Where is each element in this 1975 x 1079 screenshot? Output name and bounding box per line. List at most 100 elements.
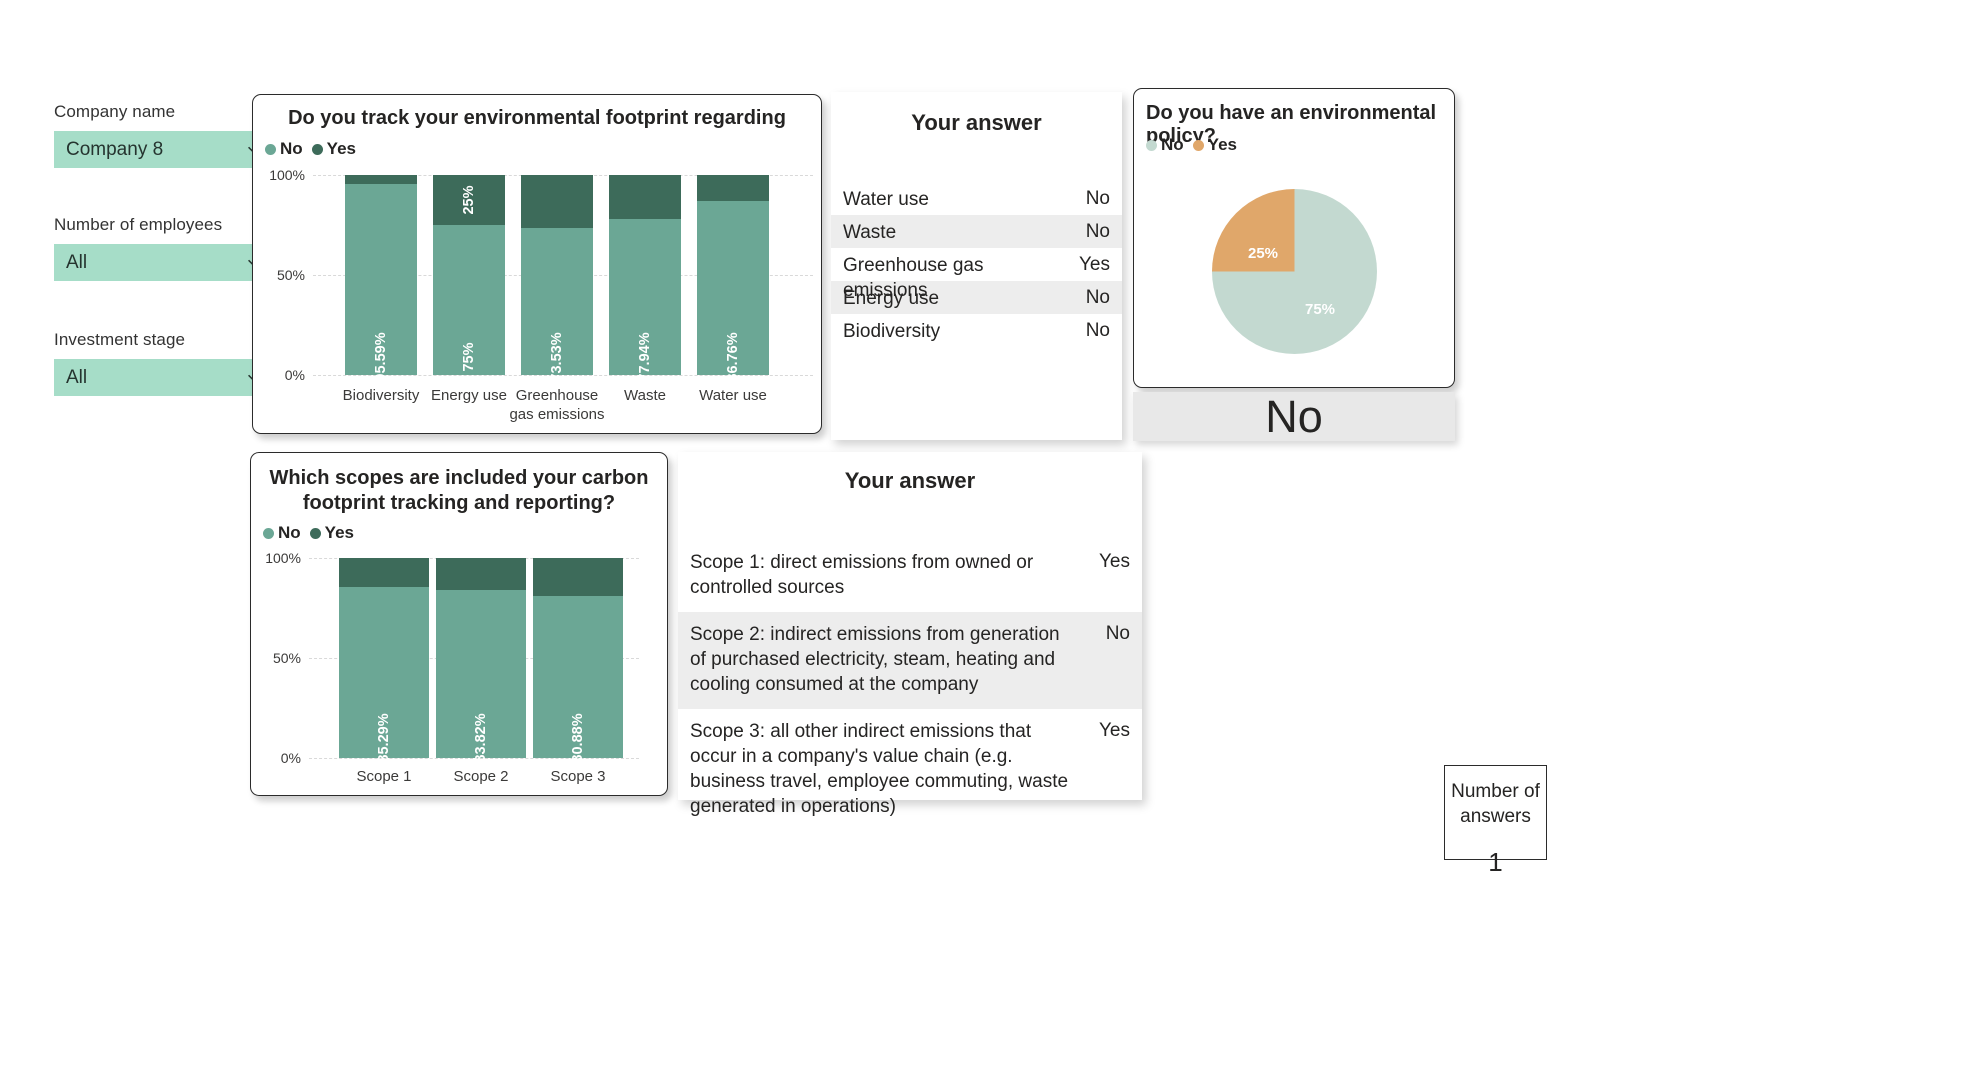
- answer-panel-1: Your answer Water use No Waste No Greenh…: [831, 92, 1122, 440]
- number-of-answers-card: Number of answers 1: [1444, 765, 1547, 877]
- ytick-50: 50%: [272, 650, 301, 666]
- legend-label-no: No: [1161, 135, 1184, 154]
- table-row[interactable]: Biodiversity No: [831, 314, 1122, 347]
- row-answer: Yes: [1079, 254, 1110, 275]
- policy-chart-card: Do you have an environmental policy? No …: [1133, 88, 1455, 388]
- legend-item-yes[interactable]: Yes: [309, 523, 354, 543]
- bar-segment-no[interactable]: 86.76%: [697, 201, 769, 382]
- bar-column-scope-2[interactable]: 83.82%: [436, 558, 526, 763]
- bar-segment-no[interactable]: 80.88%: [533, 596, 623, 763]
- legend-label-yes: Yes: [326, 139, 356, 158]
- slicer-value: All: [66, 251, 88, 273]
- bar-segment-yes[interactable]: [521, 175, 593, 228]
- row-question: Energy use: [843, 288, 940, 309]
- legend-dot-no: [1146, 139, 1157, 151]
- category-label-waste: Waste: [624, 387, 666, 404]
- legend-label-yes: Yes: [324, 523, 354, 542]
- row-answer: No: [1085, 320, 1110, 341]
- slicer-dropdown[interactable]: All: [54, 244, 276, 281]
- bar-segment-yes[interactable]: [609, 175, 681, 220]
- legend-item-yes[interactable]: Yes: [1192, 135, 1237, 155]
- slicer-value: Company 8: [66, 138, 164, 160]
- bar-segment-no[interactable]: 83.82%: [436, 590, 526, 763]
- ytick-100: 100%: [269, 167, 305, 183]
- bar-value-label-yes: 25%: [461, 185, 477, 215]
- row-question: Waste: [843, 222, 897, 243]
- category-label-scope-3: Scope 3: [550, 768, 606, 785]
- answer-panel-2: Your answer Scope 1: direct emissions fr…: [678, 452, 1142, 817]
- table-row[interactable]: Scope 1: direct emissions from owned or …: [678, 540, 1142, 612]
- bar-column-biodiversity[interactable]: 95.59%: [345, 175, 417, 382]
- bar-column-waste[interactable]: 77.94%: [609, 175, 681, 382]
- bar-segment-yes[interactable]: [533, 558, 623, 597]
- table-row[interactable]: Scope 2: indirect emissions from generat…: [678, 612, 1142, 710]
- slicer-value: All: [66, 366, 88, 388]
- legend-item-yes[interactable]: Yes: [311, 139, 356, 159]
- legend-dot-no: [263, 527, 274, 539]
- bar-column-water-use[interactable]: 86.76%: [697, 175, 769, 382]
- bar-column-scope-1[interactable]: 85.29%: [339, 558, 429, 763]
- scopes-chart-card: Which scopes are included your carbon fo…: [250, 452, 668, 796]
- row-answer: Yes: [1099, 720, 1130, 742]
- bar-column-scope-3[interactable]: 80.88%: [533, 558, 623, 763]
- row-question: Water use: [843, 189, 929, 210]
- category-label-water-use: Water use: [699, 387, 767, 404]
- bar-segment-yes[interactable]: [345, 175, 417, 184]
- scopes-chart-title: Which scopes are included your carbon fo…: [269, 467, 649, 514]
- policy-kpi-card: No: [1133, 390, 1455, 442]
- bar-value-label: 80.88%: [570, 713, 586, 763]
- bar-segment-yes[interactable]: 25%: [433, 175, 505, 225]
- slicer-dropdown[interactable]: All: [54, 359, 276, 396]
- bar-segment-no[interactable]: 75%: [433, 225, 505, 375]
- legend-item-no[interactable]: No: [263, 523, 301, 543]
- bar-value-label: 86.76%: [725, 332, 741, 382]
- table-row[interactable]: Waste No: [831, 215, 1122, 248]
- table-row[interactable]: Water use No: [831, 182, 1122, 215]
- footprint-chart-legend: No Yes: [265, 139, 356, 159]
- slicer-dropdown[interactable]: Company 8: [54, 131, 276, 168]
- bar-segment-yes[interactable]: [697, 175, 769, 202]
- slicer-number-of-employees[interactable]: Number of employees All: [54, 215, 276, 281]
- scopes-plot-area: 100% 50% 0% 85.29% 83.82% 80.88% Scope 1…: [251, 548, 669, 785]
- legend-label-no: No: [280, 139, 303, 158]
- row-answer: No: [1085, 221, 1110, 242]
- bar-value-label: 95.59%: [373, 332, 389, 382]
- legend-item-no[interactable]: No: [265, 139, 303, 159]
- slicer-label: Investment stage: [54, 330, 186, 349]
- table-row[interactable]: Greenhouse gas emissions Yes: [831, 248, 1122, 301]
- number-of-answers-value: 1: [1488, 847, 1503, 878]
- footprint-chart-card: Do you track your environmental footprin…: [252, 94, 822, 434]
- answer-table-1: Water use No Waste No Greenhouse gas emi…: [831, 182, 1122, 347]
- bar-value-label: 75%: [461, 342, 477, 372]
- bar-segment-no[interactable]: 73.53%: [521, 227, 593, 382]
- bar-segment-yes[interactable]: [339, 558, 429, 588]
- bar-segment-no[interactable]: 77.94%: [609, 219, 681, 382]
- ytick-50: 50%: [276, 267, 305, 283]
- bar-column-energy-use[interactable]: 25% 75%: [433, 175, 505, 375]
- bar-segment-no[interactable]: 95.59%: [345, 183, 417, 382]
- bar-segment-yes[interactable]: [436, 558, 526, 591]
- footprint-plot-area: 100% 50% 0% 95.59% 25% 75% 73.53% 77.94%…: [253, 165, 823, 423]
- policy-pie-chart[interactable]: 25% 75%: [1212, 189, 1377, 354]
- category-label-biodiversity: Biodiversity: [342, 387, 420, 404]
- answer-panel-1-title: Your answer: [911, 110, 1042, 135]
- slicer-investment-stage[interactable]: Investment stage All: [54, 330, 276, 396]
- ytick-100: 100%: [265, 550, 301, 566]
- bar-column-greenhouse-gas-emissions[interactable]: 73.53%: [521, 175, 593, 382]
- slicer-company-name[interactable]: Company name Company 8: [54, 102, 276, 168]
- bar-segment-no[interactable]: 85.29%: [339, 587, 429, 763]
- bar-value-label: 77.94%: [637, 332, 653, 382]
- legend-dot-yes: [1192, 139, 1204, 151]
- legend-dot-yes: [309, 527, 321, 539]
- pie-slice-label-yes: 25%: [1248, 245, 1279, 262]
- row-question: Scope 3: all other indirect emissions th…: [690, 721, 1069, 817]
- legend-label-yes: Yes: [1207, 135, 1237, 154]
- policy-kpi-value: No: [1265, 390, 1323, 442]
- slicer-label: Company name: [54, 102, 176, 121]
- scopes-chart-legend: No Yes: [263, 523, 354, 543]
- policy-chart-legend: No Yes: [1146, 135, 1237, 155]
- table-row[interactable]: Scope 3: all other indirect emissions th…: [678, 709, 1142, 831]
- bar-value-label: 85.29%: [376, 713, 392, 763]
- category-label-scope-2: Scope 2: [453, 768, 509, 785]
- legend-item-no[interactable]: No: [1146, 135, 1184, 155]
